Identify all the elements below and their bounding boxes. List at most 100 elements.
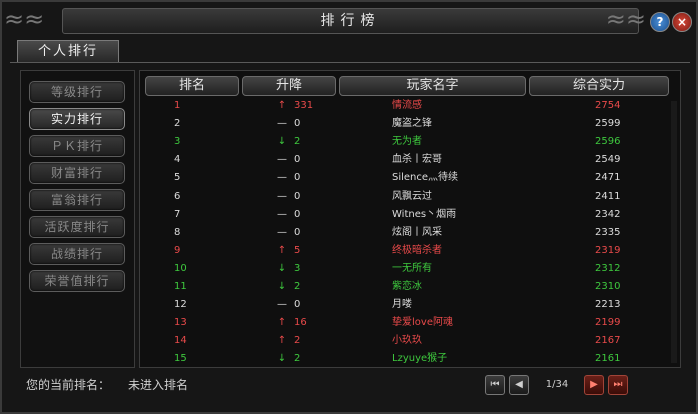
sidebar-item-honor[interactable]: 荣誉值排行	[29, 270, 125, 292]
player-name-cell: Lzyuye猴子	[392, 353, 448, 365]
tab-divider	[10, 62, 690, 63]
change-arrow-icon: —	[277, 154, 287, 166]
table-row[interactable]: 13 ↑ 16 挚爱love阿魂 2199	[140, 314, 680, 331]
table-row[interactable]: 11 ↓ 2 紫恋冰 2310	[140, 278, 680, 295]
power-cell: 2167	[595, 335, 621, 347]
power-cell: 2319	[595, 244, 621, 256]
table-row[interactable]: 5 — 0 Silence灬待续 2471	[140, 169, 680, 186]
table-row[interactable]: 8 — 0 炫阁丨风采 2335	[140, 224, 680, 241]
power-cell: 2471	[595, 172, 621, 184]
player-name-cell: 小玖玖	[392, 335, 422, 347]
player-name-cell: 终极暗杀者	[392, 244, 442, 256]
rank-cell: 3	[174, 136, 181, 148]
tab-personal-ranking[interactable]: 个人排行	[17, 40, 119, 63]
table-row[interactable]: 3 ↓ 2 无为者 2596	[140, 133, 680, 150]
table-row[interactable]: 6 — 0 风飘云过 2411	[140, 188, 680, 205]
header-player-name[interactable]: 玩家名字	[339, 76, 526, 96]
next-page-button[interactable]: ▶	[584, 375, 604, 395]
sidebar-item-power[interactable]: 实力排行	[29, 108, 125, 130]
header-power[interactable]: 综合实力	[529, 76, 669, 96]
rank-cell: 1	[174, 100, 181, 111]
change-cell: 0	[294, 299, 301, 311]
change-cell: 2	[294, 136, 301, 148]
table-row[interactable]: 12 — 0 月喽 2213	[140, 296, 680, 313]
table-row[interactable]: 4 — 0 血杀丨宏哥 2549	[140, 151, 680, 168]
power-cell: 2335	[595, 226, 621, 238]
power-cell: 2310	[595, 281, 621, 292]
power-cell: 2754	[595, 100, 621, 111]
rank-cell: 12	[174, 299, 187, 311]
change-cell: 331	[294, 100, 314, 111]
sidebar-item-battle[interactable]: 战绩排行	[29, 243, 125, 265]
change-arrow-icon: —	[277, 208, 287, 220]
table-row[interactable]: 14 ↑ 2 小玖玖 2167	[140, 332, 680, 349]
change-cell: 0	[294, 172, 301, 184]
change-arrow-icon: ↑	[277, 244, 287, 256]
player-name-cell: 风飘云过	[392, 190, 432, 202]
change-cell: 2	[294, 281, 301, 292]
rank-cell: 10	[174, 262, 187, 274]
power-cell: 2549	[595, 154, 621, 166]
power-cell: 2312	[595, 262, 621, 274]
change-arrow-icon: ↑	[277, 317, 287, 329]
page-indicator: 1/34	[545, 379, 569, 390]
rank-cell: 7	[174, 208, 181, 220]
sidebar-item-level[interactable]: 等级排行	[29, 81, 125, 103]
rank-cell: 4	[174, 154, 181, 166]
power-cell: 2342	[595, 208, 621, 220]
rank-cell: 2	[174, 118, 181, 130]
player-name-cell: 挚爱love阿魂	[392, 317, 453, 329]
change-cell: 0	[294, 208, 301, 220]
help-button[interactable]: ?	[650, 12, 670, 32]
rank-cell: 5	[174, 172, 181, 184]
change-arrow-icon: ↓	[277, 353, 287, 365]
rank-cell: 8	[174, 226, 181, 238]
change-cell: 2	[294, 353, 301, 365]
table-row[interactable]: 1 ↑ 331 情流感 2754	[140, 97, 680, 114]
player-name-cell: 情流感	[392, 100, 422, 111]
ranking-category-panel: 等级排行 实力排行 ＰＫ排行 财富排行 富翁排行 活跃度排行 战绩排行 荣誉值排…	[20, 70, 135, 368]
leaderboard-window: ≈≈ 排行榜 ≈≈ ? × 个人排行 等级排行 实力排行 ＰＫ排行 财富排行 富…	[0, 0, 698, 414]
change-arrow-icon: ↑	[277, 100, 287, 111]
change-arrow-icon: —	[277, 226, 287, 238]
change-arrow-icon: —	[277, 172, 287, 184]
change-arrow-icon: ↑	[277, 335, 287, 347]
power-cell: 2596	[595, 136, 621, 148]
close-button[interactable]: ×	[672, 12, 692, 32]
rank-cell: 9	[174, 244, 181, 256]
power-cell: 2411	[595, 190, 621, 202]
table-scrollbar[interactable]	[671, 101, 677, 363]
table-row[interactable]: 10 ↓ 3 一无所有 2312	[140, 260, 680, 277]
table-row[interactable]: 2 — 0 魔盗之锋 2599	[140, 115, 680, 132]
sidebar-item-wealth[interactable]: 财富排行	[29, 162, 125, 184]
player-name-cell: 紫恋冰	[392, 281, 422, 292]
last-page-button[interactable]: ⏭	[608, 375, 628, 395]
prev-page-button[interactable]: ◀	[509, 375, 529, 395]
header-rank[interactable]: 排名	[145, 76, 239, 96]
rank-cell: 14	[174, 335, 187, 347]
ranking-table: 排名 升降 玩家名字 综合实力 1 ↑ 331 情流感 2754 2—0 魔盗之锋 2599 3…	[139, 70, 681, 368]
first-page-button[interactable]: ⏮	[485, 375, 505, 395]
change-cell: 16	[294, 317, 307, 329]
change-arrow-icon: —	[277, 190, 287, 202]
ornament-right: ≈≈	[605, 5, 646, 33]
change-cell: 0	[294, 154, 301, 166]
rank-cell: 11	[174, 281, 187, 292]
power-cell: 2599	[595, 118, 621, 130]
player-name-cell: 月喽	[392, 299, 412, 311]
rank-cell: 13	[174, 317, 187, 329]
title-bar: 排行榜	[62, 8, 639, 34]
table-row[interactable]: 15 ↓ 2 Lzyuye猴子 2161	[140, 350, 680, 367]
player-name-cell: 魔盗之锋	[392, 118, 432, 130]
header-change[interactable]: 升降	[242, 76, 336, 96]
window-title: 排行榜	[320, 13, 381, 29]
change-cell: 0	[294, 226, 301, 238]
power-cell: 2161	[595, 353, 621, 365]
sidebar-item-pk[interactable]: ＰＫ排行	[29, 135, 125, 157]
sidebar-item-activity[interactable]: 活跃度排行	[29, 216, 125, 238]
sidebar-item-tycoon[interactable]: 富翁排行	[29, 189, 125, 211]
table-row[interactable]: 7 — 0 Witnes丶烟雨 2342	[140, 206, 680, 223]
table-row[interactable]: 9 ↑ 5 终极暗杀者 2319	[140, 242, 680, 259]
change-cell: 0	[294, 118, 301, 130]
player-name-cell: Witnes丶烟雨	[392, 208, 457, 220]
